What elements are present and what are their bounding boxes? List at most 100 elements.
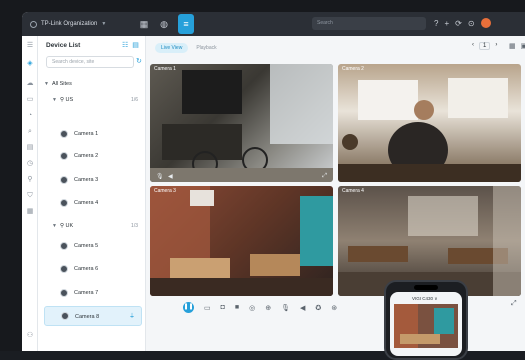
camera-label: Camera 5 (74, 236, 98, 256)
next-page-icon[interactable]: › (495, 42, 497, 50)
camera-icon (60, 130, 68, 138)
avatar[interactable] (481, 18, 491, 28)
camera-icon (61, 312, 69, 320)
camera-icon (60, 152, 68, 160)
omada-logo-icon[interactable]: ◈ (26, 60, 34, 68)
search-icon[interactable]: ⌕ (26, 128, 34, 136)
play-pause-icon[interactable]: ❚❚ (183, 302, 194, 313)
camera-tile-name: Camera 1 (154, 66, 176, 72)
fisheye-icon[interactable]: ⊛ (331, 304, 337, 312)
mic-icon[interactable]: 🎙 (156, 173, 164, 180)
prev-page-icon[interactable]: ‹ (472, 42, 474, 50)
alarm-icon[interactable]: ◔ (26, 112, 34, 120)
help-icon[interactable]: ? (434, 18, 438, 30)
alarm-icon[interactable]: ✪ (315, 304, 321, 312)
phone-screen: VIGI C430 ∨ (390, 292, 462, 356)
list-item[interactable]: Camera 3 (38, 170, 146, 190)
camera-feed-image (150, 186, 333, 296)
dashboard-grid-icon[interactable]: ▦ (138, 18, 150, 30)
camera-tile[interactable]: Camera 1 🎙 ◀ ⤢ (150, 64, 333, 182)
vigi-app-icon[interactable]: ≡ (178, 14, 194, 34)
camera-icon (60, 289, 68, 297)
chevron-down-icon: ▼ (52, 223, 57, 229)
list-item[interactable]: Camera 4 (38, 193, 146, 213)
view-tabs: Live View Playback (155, 43, 223, 53)
camera-icon (60, 242, 68, 250)
ptz-icon[interactable]: ◎ (249, 304, 255, 312)
clock-icon[interactable]: ◷ (26, 160, 34, 168)
menu-icon[interactable]: ☰ (26, 42, 34, 50)
tree-view-icon[interactable]: ▤ (132, 41, 139, 49)
camera-icon (60, 265, 68, 273)
device-search-input[interactable]: Search device, site (46, 56, 134, 68)
list-item-selected[interactable]: Camera 8 ⏚ (44, 306, 142, 326)
camera-label: Camera 6 (74, 259, 98, 279)
record-icon[interactable]: ■ (235, 304, 239, 311)
left-rail: ☰ ◈ ☁ ▭ ◔ ⌕ ▤ ◷ ⚲ ⛉ ▦ ⚇ (22, 36, 38, 351)
site-name: UK (66, 223, 74, 229)
chevron-down-icon: ▼ (101, 21, 106, 27)
talk-icon[interactable]: 🎙 (281, 304, 290, 312)
top-nav: ▦ ◍ ≡ (138, 18, 194, 34)
chevron-down-icon: ▼ (52, 97, 57, 103)
stream-icon[interactable]: ⏚ (129, 307, 135, 327)
camera-tile[interactable]: Camera 3 (150, 186, 333, 296)
globe-icon[interactable]: ◍ (158, 18, 170, 30)
zoom-icon[interactable]: ⊕ (265, 304, 271, 312)
list-view-icon[interactable]: ☷ (122, 41, 128, 49)
phone-mockup: VIGI C430 ∨ (384, 280, 468, 360)
camera-icon (60, 199, 68, 207)
tab-playback[interactable]: Playback (190, 43, 222, 53)
layout-controls: ▦ ▣ ⚙ (509, 42, 525, 50)
site-name: US (66, 97, 74, 103)
fullscreen-icon[interactable]: ⤢ (511, 300, 517, 308)
site-node-uk[interactable]: ▼⚲ UK 1/3 (38, 220, 146, 232)
list-item[interactable]: Camera 2 (38, 146, 146, 166)
add-icon[interactable]: + (444, 18, 449, 30)
list-icon[interactable]: ▤ (26, 144, 34, 152)
camera-label: Camera 2 (74, 146, 98, 166)
layout-icon[interactable]: ▣ (521, 42, 525, 50)
location-icon[interactable]: ⚲ (26, 176, 34, 184)
panel-view-toggles: ☷ ▤ (122, 41, 139, 49)
user-icon[interactable]: ⚇ (26, 332, 34, 340)
view-size-controls: ⤢ ✕ (511, 300, 525, 308)
tab-live-view[interactable]: Live View (155, 43, 188, 53)
page-number[interactable]: 1 (479, 42, 490, 50)
sync-icon[interactable]: ⟳ (455, 18, 462, 30)
top-right-actions: ? + ⟳ ⊙ (434, 18, 491, 30)
all-sites-label: All Sites (52, 81, 72, 87)
playback-toolbar: ❚❚ ▭ ◘ ■ ◎ ⊕ 🎙 ◀ ✪ ⊛ (183, 302, 337, 313)
camera-icon[interactable]: ▭ (26, 96, 34, 104)
list-item[interactable]: Camera 5 (38, 236, 146, 256)
org-name: TP-Link Organization (41, 21, 97, 27)
image-quality-icon[interactable]: ▭ (204, 304, 211, 312)
refresh-icon[interactable]: ↻ (136, 57, 142, 65)
live-view-main: Live View Playback ‹ 1 › ▦ ▣ ⚙ Camera 1 … (147, 36, 525, 351)
audio-icon[interactable]: ◀ (300, 304, 305, 312)
camera-label: Camera 7 (74, 283, 98, 303)
list-item[interactable]: Camera 7 (38, 283, 146, 303)
phone-camera-feed (390, 292, 462, 356)
panel-title: Device List (46, 42, 80, 49)
cloud-icon[interactable]: ☁ (26, 80, 34, 88)
pagination: ‹ 1 › (472, 42, 497, 50)
site-node-us[interactable]: ▼⚲ US 1/6 (38, 94, 146, 106)
volume-icon[interactable]: ◀ (168, 173, 173, 180)
camera-tile[interactable]: Camera 2 (338, 64, 521, 182)
snapshot-icon[interactable]: ◘ (221, 304, 225, 311)
organization-selector[interactable]: TP-Link Organization ▼ (30, 21, 106, 28)
list-item[interactable]: Camera 6 (38, 259, 146, 279)
camera-feed-image (338, 64, 521, 182)
fullscreen-icon[interactable]: ⤢ (322, 173, 327, 180)
camera-label: Camera 8 (75, 307, 99, 327)
notification-icon[interactable]: ⊙ (468, 18, 475, 30)
grid-layout-icon[interactable]: ▦ (509, 42, 516, 50)
global-search-input[interactable]: Search (312, 17, 426, 30)
shield-icon[interactable]: ⛉ (26, 192, 34, 200)
grid-icon[interactable]: ▦ (26, 208, 34, 216)
top-bar: TP-Link Organization ▼ ▦ ◍ ≡ Search ? + … (22, 12, 525, 36)
all-sites-node[interactable]: ▼All Sites (38, 78, 146, 90)
list-item[interactable]: Camera 1 (38, 124, 146, 144)
phone-notch (414, 285, 438, 290)
